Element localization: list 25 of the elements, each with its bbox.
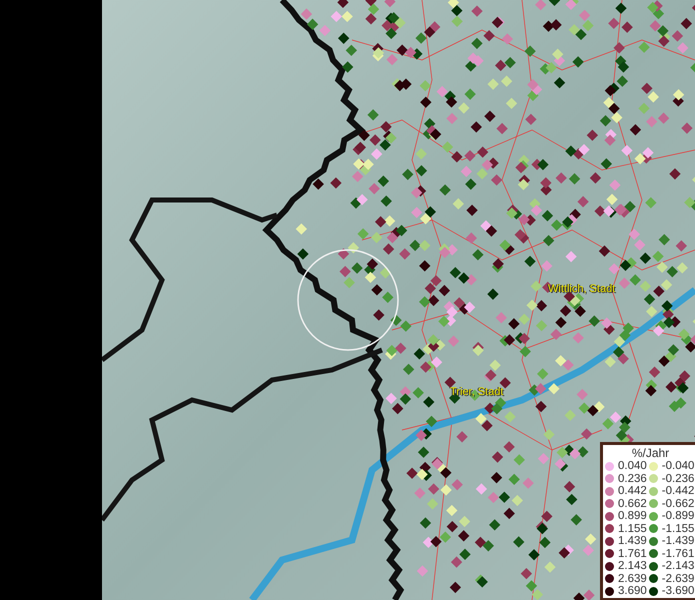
legend-label: -3.690 bbox=[662, 585, 694, 598]
legend-label: -1.155 bbox=[662, 522, 694, 535]
legend-label: 0.899 bbox=[618, 510, 647, 522]
legend-label: -0.236 bbox=[662, 472, 694, 485]
legend-label: -1.439 bbox=[662, 535, 694, 548]
legend-label: -0.662 bbox=[662, 498, 694, 510]
legend-label: 0.040 bbox=[618, 460, 647, 472]
legend-label: -1.761 bbox=[662, 548, 694, 560]
legend-label: -0.442 bbox=[662, 485, 694, 498]
legend-label: 0.442 bbox=[618, 485, 647, 498]
legend-label: 0.662 bbox=[618, 498, 647, 510]
selection-circle[interactable] bbox=[297, 249, 399, 351]
legend-label: 1.439 bbox=[618, 535, 647, 548]
legend-label: 1.761 bbox=[618, 548, 647, 560]
legend-label: -0.040 bbox=[662, 460, 694, 472]
place-label: Trier, Stadt bbox=[450, 386, 504, 398]
legend-label: -0.899 bbox=[662, 510, 694, 522]
legend-label: -2.639 bbox=[662, 572, 694, 585]
legend-label: 1.155 bbox=[618, 522, 647, 535]
legend-label: 2.143 bbox=[618, 560, 647, 572]
legend-label: 0.236 bbox=[618, 472, 647, 485]
legend-title: %/Jahr bbox=[630, 446, 670, 460]
legend-label: -2.143 bbox=[662, 560, 694, 572]
legend-label: 3.690 bbox=[618, 585, 647, 598]
legend-label: 2.639 bbox=[618, 572, 647, 585]
